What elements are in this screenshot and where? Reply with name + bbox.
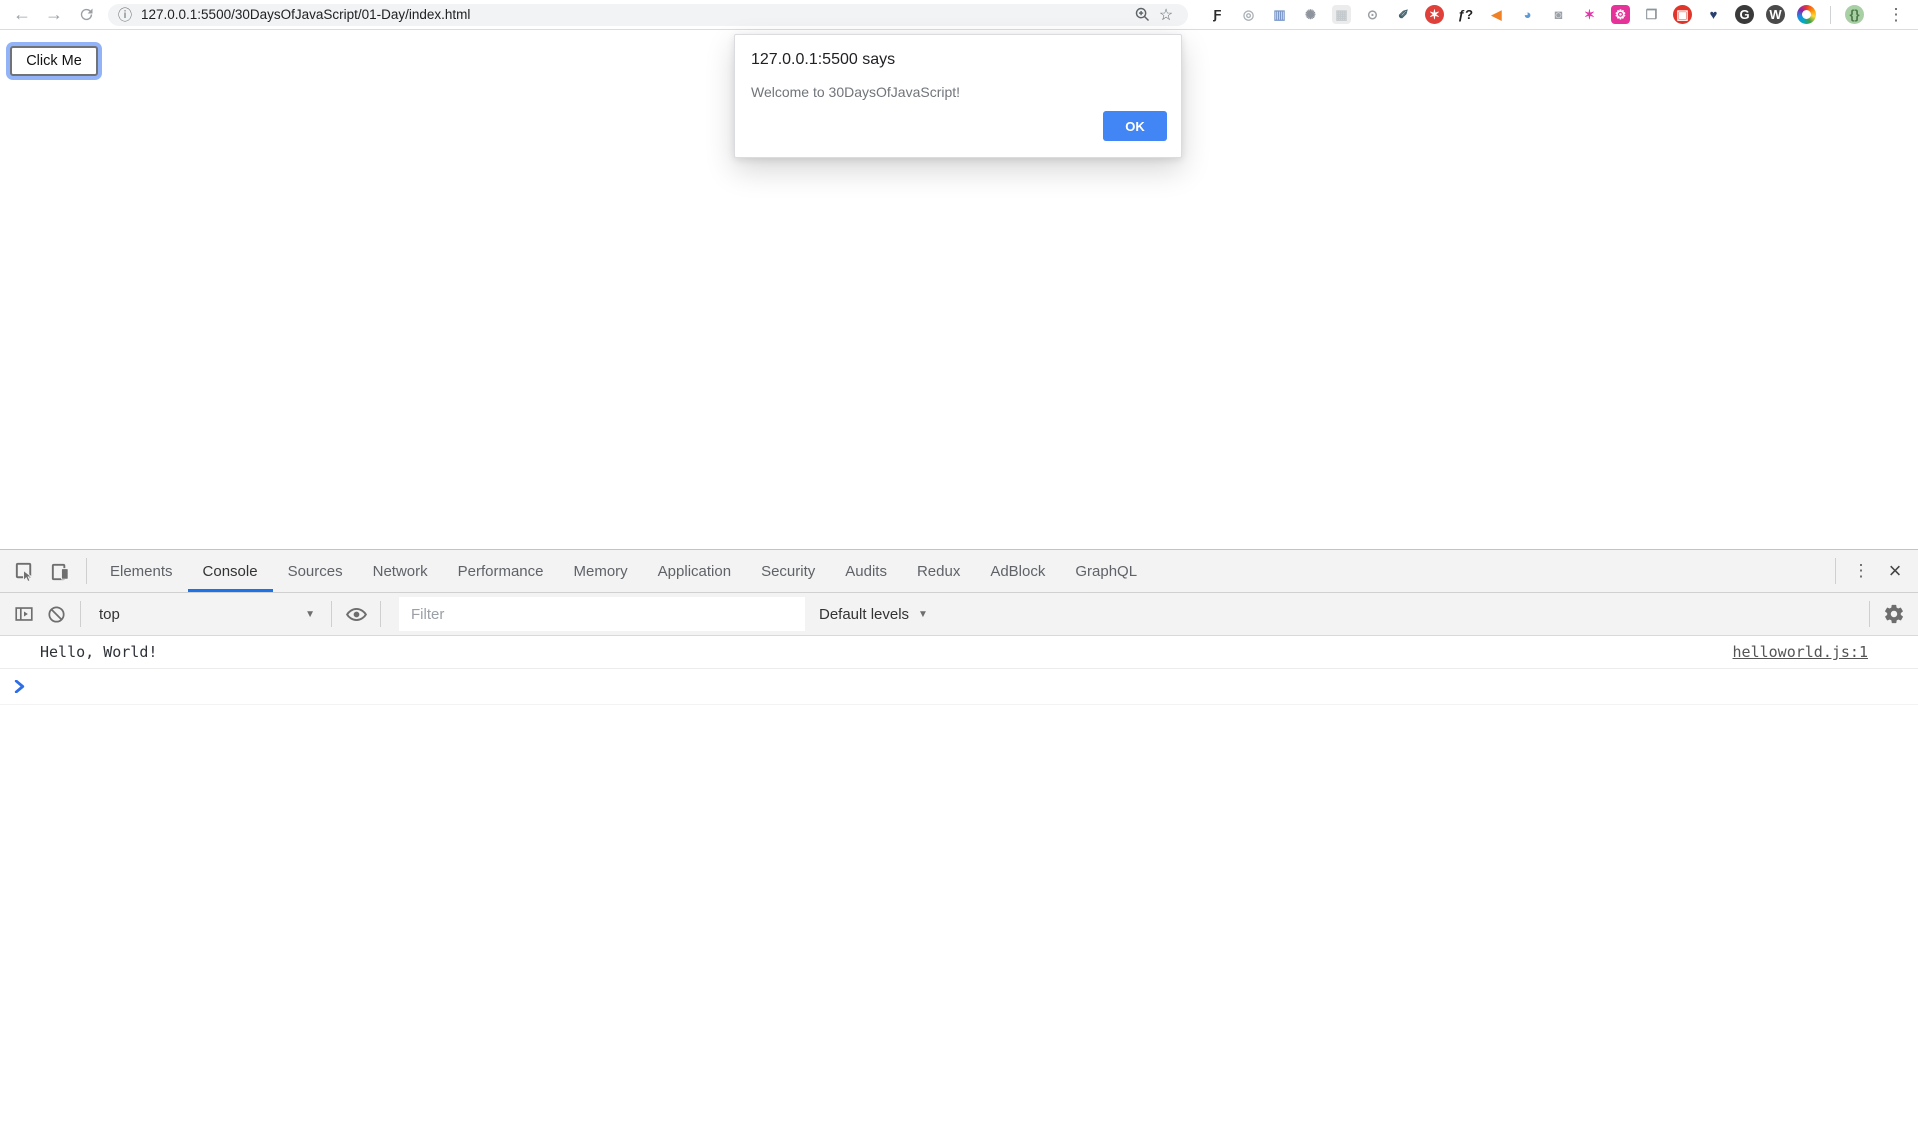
g-circle-icon[interactable]: G [1729, 1, 1760, 29]
filter-input[interactable] [399, 597, 805, 631]
font-changer-icon[interactable]: Ƒ [1202, 1, 1233, 29]
alert-ok-button[interactable]: OK [1103, 111, 1167, 141]
url-text: 127.0.0.1:5500/30DaysOfJavaScript/01-Day… [141, 7, 470, 22]
context-selector[interactable]: top ▼ [89, 598, 323, 630]
tab-audits[interactable]: Audits [830, 550, 902, 592]
code-circle-icon[interactable]: ⊙ [1357, 1, 1388, 29]
extensions-bar: Ƒ◎▥✺▦⊙✐✶ƒ?◀◕◙✶⚙❐▣♥GW{} [1202, 1, 1884, 29]
bookmark-star-icon[interactable]: ☆ [1154, 4, 1178, 26]
settings-gear-icon[interactable] [1878, 598, 1910, 630]
extensions-separator [1830, 6, 1831, 24]
browser-menu-icon[interactable]: ⋮ [1884, 2, 1908, 28]
tab-elements[interactable]: Elements [95, 550, 188, 592]
json-viewer-icon[interactable]: {} [1839, 1, 1870, 29]
device-toolbar-icon[interactable] [42, 550, 78, 592]
alert-dialog: 127.0.0.1:5500 says Welcome to 30DaysOfJ… [734, 34, 1182, 158]
f-question-icon[interactable]: ƒ? [1450, 1, 1481, 29]
devtools-panel: Elements Console Sources Network Perform… [0, 549, 1918, 1146]
chevron-down-icon: ▼ [305, 609, 315, 620]
console-sidebar-icon[interactable] [8, 598, 40, 630]
columns-icon[interactable]: ▥ [1264, 1, 1295, 29]
blocks-icon[interactable]: ❐ [1636, 1, 1667, 29]
wave-icon[interactable]: W [1760, 1, 1791, 29]
console-log-row: Hello, World! helloworld.js:1 [0, 636, 1918, 669]
context-selector-label: top [99, 606, 120, 623]
click-me-button[interactable]: Click Me [10, 46, 98, 76]
chevron-down-icon: ▼ [918, 609, 928, 620]
orbit-icon[interactable]: ◎ [1233, 1, 1264, 29]
camera-icon[interactable]: ◙ [1543, 1, 1574, 29]
reload-icon[interactable] [73, 2, 99, 28]
alert-dialog-title: 127.0.0.1:5500 says [751, 51, 1165, 69]
address-bar[interactable]: ⓘ 127.0.0.1:5500/30DaysOfJavaScript/01-D… [108, 4, 1188, 26]
gear-box-icon[interactable]: ⚙ [1605, 1, 1636, 29]
console-prompt[interactable] [0, 669, 1918, 705]
eyedropper-icon[interactable]: ✐ [1388, 1, 1419, 29]
page-content: Click Me 127.0.0.1:5500 says Welcome to … [0, 30, 1918, 549]
color-wheel-icon[interactable] [1791, 1, 1822, 29]
log-message: Hello, World! [40, 643, 157, 661]
inspect-element-icon[interactable] [6, 550, 42, 592]
log-levels-selector[interactable]: Default levels ▼ [819, 598, 928, 630]
tab-graphql[interactable]: GraphQL [1060, 550, 1152, 592]
browser-toolbar: ← → ⓘ 127.0.0.1:5500/30DaysOfJavaScript/… [0, 0, 1918, 30]
bug-icon[interactable]: ✺ [1295, 1, 1326, 29]
heart-search-icon[interactable]: ♥ [1698, 1, 1729, 29]
swirl-icon[interactable]: ◕ [1512, 1, 1543, 29]
tab-memory[interactable]: Memory [559, 550, 643, 592]
live-expression-eye-icon[interactable] [340, 598, 372, 630]
devtools-close-icon[interactable]: × [1878, 550, 1912, 592]
tab-security[interactable]: Security [746, 550, 830, 592]
back-icon[interactable]: ← [9, 2, 35, 28]
devtools-menu-icon[interactable]: ⋮ [1844, 550, 1878, 592]
log-source-link[interactable]: helloworld.js:1 [1733, 643, 1868, 661]
zoom-icon[interactable] [1130, 4, 1154, 26]
alert-dialog-message: Welcome to 30DaysOfJavaScript! [751, 84, 1165, 100]
console-toolbar-separator-1 [80, 601, 81, 627]
tab-console[interactable]: Console [188, 550, 273, 592]
bookmark-icon[interactable]: ▣ [1667, 1, 1698, 29]
console-toolbar-separator-2 [331, 601, 332, 627]
tab-application[interactable]: Application [643, 550, 746, 592]
devtools-tabbar: Elements Console Sources Network Perform… [0, 550, 1918, 593]
forward-icon[interactable]: → [41, 2, 67, 28]
console-toolbar: top ▼ Default levels ▼ [0, 593, 1918, 636]
hand-blocker-icon[interactable]: ✶ [1419, 1, 1450, 29]
clear-console-icon[interactable] [40, 598, 72, 630]
graphql-icon[interactable]: ✶ [1574, 1, 1605, 29]
tab-adblock[interactable]: AdBlock [975, 550, 1060, 592]
megaphone-icon[interactable]: ◀ [1481, 1, 1512, 29]
grid-icon[interactable]: ▦ [1326, 1, 1357, 29]
tab-sources[interactable]: Sources [273, 550, 358, 592]
devtools-tabbar-right: ⋮ × [1827, 550, 1912, 592]
console-toolbar-separator-4 [1869, 601, 1870, 627]
tab-performance[interactable]: Performance [443, 550, 559, 592]
tabbar-separator [86, 558, 87, 584]
console-log: Hello, World! helloworld.js:1 [0, 636, 1918, 1146]
log-levels-label: Default levels [819, 606, 909, 623]
console-prompt-icon [14, 680, 25, 693]
console-toolbar-separator-3 [380, 601, 381, 627]
devtools-tabs: Elements Console Sources Network Perform… [95, 550, 1152, 592]
site-info-icon[interactable]: ⓘ [118, 5, 132, 25]
tab-network[interactable]: Network [358, 550, 443, 592]
tabbar-right-separator [1835, 558, 1836, 584]
tab-redux[interactable]: Redux [902, 550, 975, 592]
